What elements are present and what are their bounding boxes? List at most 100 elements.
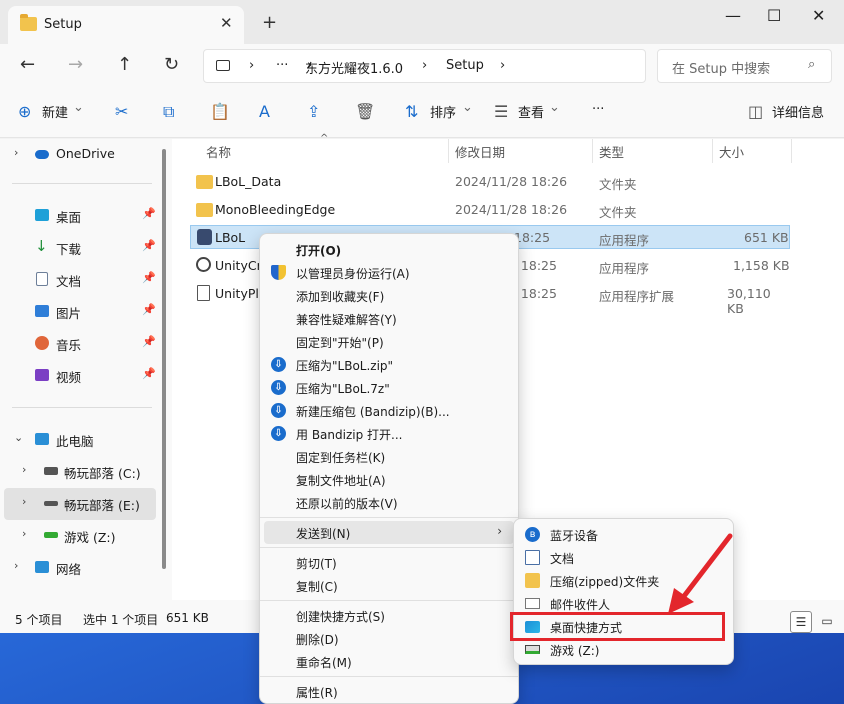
column-divider[interactable] [592,139,593,163]
breadcrumb-more[interactable]: ··· [276,58,288,73]
menu-item-add-favorites[interactable]: 添加到收藏夹(F) [260,284,518,307]
annotation-arrow-icon [668,533,733,614]
menu-item-create-shortcut[interactable]: 创建快捷方式(S) [260,604,518,627]
chevron-right-icon[interactable]: › [22,495,26,508]
sidebar-scrollbar[interactable] [162,149,166,569]
sidebar-item-this-pc[interactable]: ⌄ 此电脑 [0,424,168,456]
menu-item-open[interactable]: 打开(O) [260,238,518,261]
sidebar-item-label: 音乐 [56,338,82,353]
menu-item-run-as-admin[interactable]: 以管理员身份运行(A) [260,261,518,284]
file-row-monobleedingedge[interactable]: MonoBleedingEdge 2024/11/28 18:26 文件夹 [190,198,790,222]
column-header-size[interactable]: 大小 [719,142,744,161]
sidebar-item-drive-c[interactable]: › 畅玩部落 (C:) [0,456,168,488]
menu-item-compress-zip[interactable]: ⇩ 压缩为"LBoL.zip" [260,353,518,376]
share-icon[interactable]: ⇪ [307,102,320,121]
close-tab-icon[interactable]: ✕ [220,14,233,32]
menu-item-new-archive[interactable]: ⇩ 新建压缩包 (Bandizip)(B)... [260,399,518,422]
sidebar-item-drive-z[interactable]: › 游戏 (Z:) [0,520,168,552]
menu-item-cut[interactable]: 剪切(T) [260,551,518,574]
file-date: 2024/11/28 18:26 [455,202,568,217]
close-window-button[interactable]: ✕ [812,6,825,25]
sidebar-item-label: 文档 [56,274,82,289]
search-input[interactable]: 在 Setup 中搜索 ⌕ [657,49,832,83]
maximize-button[interactable]: ☐ [767,6,781,25]
new-button[interactable]: 新建 [42,102,68,121]
desktop-icon [35,209,49,221]
title-bar: Setup ✕ + — ☐ ✕ [0,0,844,44]
column-divider[interactable] [448,139,449,163]
chevron-down-icon: ⌄ [549,100,560,115]
chevron-right-icon[interactable]: › [14,559,18,572]
forward-button[interactable]: → [68,54,83,75]
sidebar-item-videos[interactable]: 视频 📌 [0,360,168,392]
sidebar-item-drive-e[interactable]: › 畅玩部落 (E:) [4,488,156,520]
delete-icon[interactable]: 🗑 [355,102,375,121]
copy-icon[interactable]: ⧉ [163,102,174,122]
sidebar-item-network[interactable]: › 网络 [0,552,168,584]
sidebar-item-desktop[interactable]: 桌面 📌 [0,200,168,232]
sidebar-item-onedrive[interactable]: › OneDrive [0,139,168,171]
download-icon: ↓ [35,237,48,255]
app-icon [197,229,212,245]
breadcrumb-setup[interactable]: Setup [446,58,484,73]
refresh-button[interactable]: ↻ [164,54,179,75]
tab-setup[interactable]: Setup ✕ [8,6,244,44]
sidebar-item-documents[interactable]: 文档 📌 [0,264,168,296]
drive-icon [525,645,540,654]
back-button[interactable]: ← [20,54,35,75]
menu-item-restore-versions[interactable]: 还原以前的版本(V) [260,491,518,514]
monitor-icon [216,60,230,71]
new-tab-button[interactable]: + [262,12,277,33]
address-field[interactable]: › ··· › 东方光耀夜1.6.0 › Setup › [203,49,646,83]
folder-icon [20,14,37,31]
column-header-modified[interactable]: 修改日期 [455,142,505,161]
file-name: LBoL_Data [215,174,282,189]
chevron-right-icon[interactable]: › [14,146,18,159]
chevron-right-icon[interactable]: › [22,527,26,540]
rename-icon[interactable]: A [259,102,270,121]
chevron-right-icon[interactable]: › [22,463,26,476]
details-button[interactable]: 详细信息 [772,102,824,121]
menu-item-properties[interactable]: 属性(R) [260,680,518,703]
minimize-button[interactable]: — [725,6,741,25]
menu-item-pin-start[interactable]: 固定到"开始"(P) [260,330,518,353]
column-header-name[interactable]: 名称 [206,142,231,161]
up-button[interactable]: ↑ [117,54,132,75]
sendto-drive-z[interactable]: 游戏 (Z:) [514,638,733,661]
sidebar-item-label: 畅玩部落 (E:) [64,498,140,513]
column-header-type[interactable]: 类型 [599,142,624,161]
file-type: 应用程序扩展 [599,289,675,304]
menu-item-rename[interactable]: 重命名(M) [260,650,518,673]
menu-item-copy[interactable]: 复制(C) [260,574,518,597]
menu-item-compress-7z[interactable]: ⇩ 压缩为"LBoL.7z" [260,376,518,399]
file-name: MonoBleedingEdge [215,202,336,217]
sidebar-item-music[interactable]: 音乐 📌 [0,328,168,360]
chevron-down-icon: ⌄ [462,100,473,115]
menu-item-copy-path[interactable]: 复制文件地址(A) [260,468,518,491]
more-options-button[interactable]: ··· [592,102,604,117]
sidebar-item-downloads[interactable]: ↓ 下载 📌 [0,232,168,264]
tiles-view-button[interactable]: ▭ [816,611,838,633]
details-view-button[interactable]: ☰ [790,611,812,633]
column-divider[interactable] [791,139,792,163]
menu-item-open-bandizip[interactable]: ⇩ 用 Bandizip 打开... [260,422,518,445]
chevron-down-icon[interactable]: ⌄ [14,431,23,444]
menu-item-delete[interactable]: 删除(D) [260,627,518,650]
item-count: 5 个项目 [15,613,63,627]
menu-item-troubleshoot[interactable]: 兼容性疑难解答(Y) [260,307,518,330]
chevron-right-icon: › [497,524,502,538]
file-date: 2024/11/28 18:26 [455,174,568,189]
breadcrumb-game-folder[interactable]: 东方光耀夜1.6.0 [305,58,403,77]
column-divider[interactable] [712,139,713,163]
cut-icon[interactable]: ✂ [115,102,128,121]
file-type: 文件夹 [599,205,637,220]
menu-item-pin-taskbar[interactable]: 固定到任务栏(K) [260,445,518,468]
file-row-lbol-data[interactable]: LBoL_Data 2024/11/28 18:26 文件夹 [190,170,790,194]
sidebar-item-label: 此电脑 [56,434,94,449]
paste-icon[interactable]: 📋 [210,102,230,121]
view-button[interactable]: 查看 [518,102,544,121]
search-icon: ⌕ [808,57,816,72]
sort-button[interactable]: 排序 [430,102,456,121]
sidebar-item-pictures[interactable]: 图片 📌 [0,296,168,328]
menu-item-send-to[interactable]: 发送到(N) › [264,521,514,544]
